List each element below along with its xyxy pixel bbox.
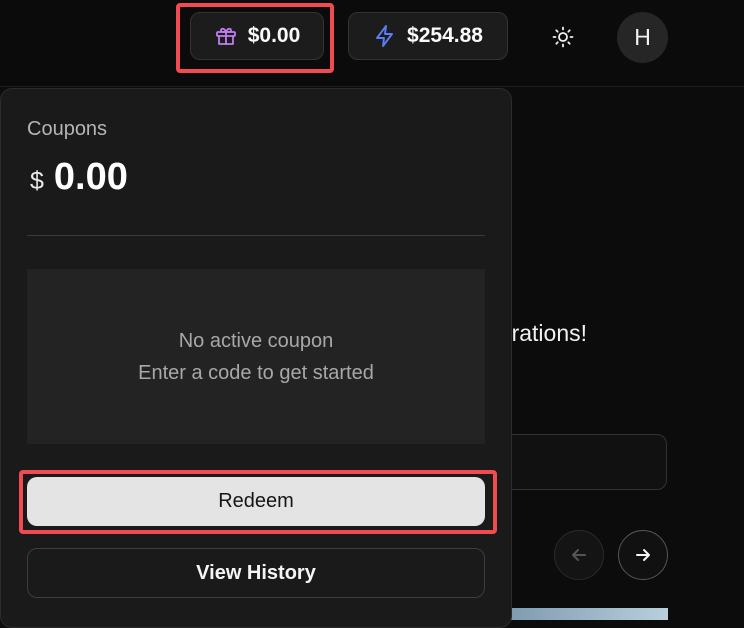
user-avatar-button[interactable]: H: [617, 12, 668, 63]
empty-coupon-state: No active coupon Enter a code to get sta…: [27, 269, 485, 444]
view-history-button[interactable]: View History: [27, 548, 485, 598]
credit-balance-button[interactable]: $254.88: [348, 12, 508, 60]
coupons-title: Coupons: [27, 118, 108, 140]
credit-balance-value: $254.88: [407, 24, 483, 47]
theme-toggle-button[interactable]: [540, 14, 586, 60]
arrow-right-icon: [636, 549, 650, 561]
avatar-initial: H: [634, 24, 651, 50]
lightning-icon: [376, 25, 393, 47]
arrow-left-icon: [572, 549, 586, 561]
redeem-button[interactable]: Redeem: [27, 477, 485, 526]
carousel-prev-button[interactable]: [554, 530, 604, 580]
coupon-balance-button[interactable]: $0.00: [190, 12, 324, 60]
carousel-next-button[interactable]: [618, 530, 668, 580]
gift-icon: [215, 27, 236, 45]
coupon-amount-value: 0.00: [53, 156, 128, 198]
empty-state-title: No active coupon: [178, 329, 334, 352]
divider: [27, 235, 485, 236]
empty-state-subtitle: Enter a code to get started: [138, 361, 374, 384]
sun-icon: [552, 26, 574, 48]
currency-symbol: $: [30, 167, 44, 195]
coupons-amount: $ 0.00: [30, 156, 128, 199]
coupon-balance-value: $0.00: [247, 24, 301, 47]
